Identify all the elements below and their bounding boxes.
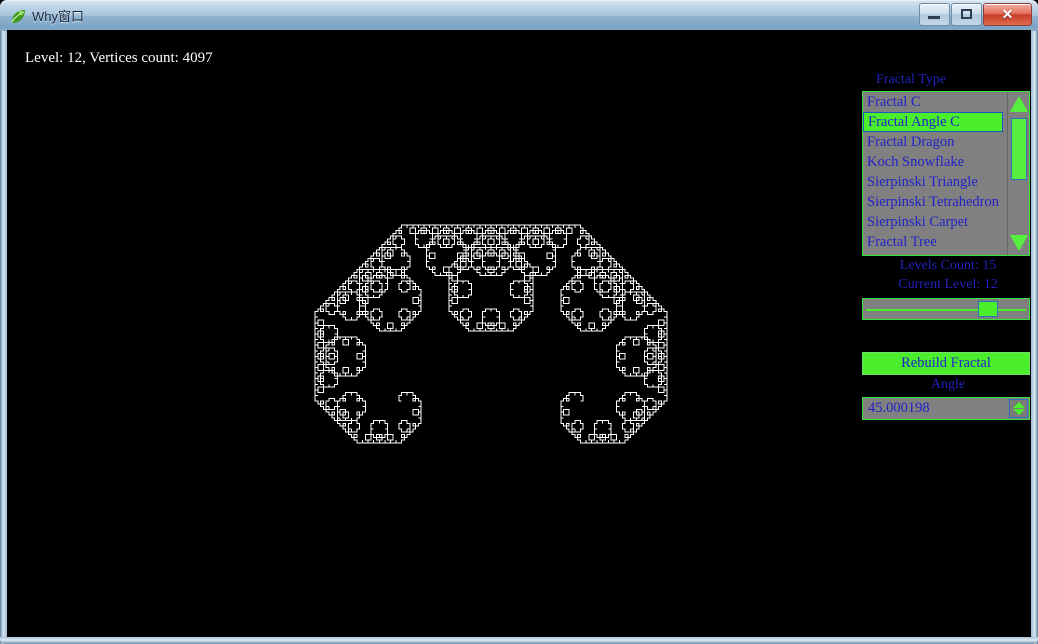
scroll-down-arrow-icon[interactable] xyxy=(1010,235,1028,251)
scroll-up-arrow-icon[interactable] xyxy=(1010,96,1028,112)
application-window: Why窗口 ✕ Level: 12, Vertices count: 4097 … xyxy=(0,0,1038,644)
fractal-type-item[interactable]: Fractal Angle C xyxy=(863,112,1003,132)
spinner-up-icon[interactable] xyxy=(1013,402,1025,408)
fractal-type-item[interactable]: Sierpinski Triangle xyxy=(863,172,1029,192)
fractal-type-item[interactable]: Sierpinski Carpet xyxy=(863,212,1029,232)
level-slider[interactable] xyxy=(862,298,1030,320)
window-controls: ✕ xyxy=(919,3,1032,26)
spinner-down-icon[interactable] xyxy=(1013,409,1025,415)
control-panel: Fractal Type Fractal C Fractal Angle C Fra… xyxy=(862,70,1031,420)
fractal-type-item[interactable]: Fractal C xyxy=(863,92,1029,112)
angle-spinner-buttons[interactable] xyxy=(1009,399,1028,418)
angle-value: 45.000198 xyxy=(868,400,930,416)
close-icon: ✕ xyxy=(1001,6,1014,22)
angle-spinner[interactable]: 45.000198 xyxy=(862,397,1030,420)
fractal-type-label: Fractal Type xyxy=(876,72,946,87)
scroll-thumb[interactable] xyxy=(1011,118,1027,180)
rebuild-fractal-button[interactable]: Rebuild Fractal xyxy=(862,352,1030,375)
window-border-left xyxy=(0,30,7,644)
slider-track xyxy=(866,309,1026,311)
angle-label: Angle xyxy=(930,377,966,392)
slider-thumb[interactable] xyxy=(978,301,998,317)
list-scrollbar[interactable] xyxy=(1007,92,1029,255)
maximize-button[interactable] xyxy=(951,3,982,26)
close-button[interactable]: ✕ xyxy=(983,3,1032,26)
window-border-right xyxy=(1031,30,1038,644)
fractal-type-list-items: Fractal C Fractal Angle C Fractal Dragon Ko… xyxy=(863,92,1029,252)
fractal-type-item[interactable]: Fractal Dragon xyxy=(863,132,1029,152)
fractal-type-listbox[interactable]: Fractal C Fractal Angle C Fractal Dragon Ko… xyxy=(862,91,1030,256)
fractal-type-item[interactable]: Sierpinski Tetrahedron xyxy=(863,192,1029,212)
maximize-icon xyxy=(961,9,972,19)
fractal-type-item[interactable]: Fractal Tree xyxy=(863,232,1029,252)
window-title: Why窗口 xyxy=(32,9,85,24)
client-area: Level: 12, Vertices count: 4097 Fractal … xyxy=(7,30,1031,637)
minimize-icon xyxy=(928,16,940,20)
levels-count-label: Levels Count: 15 xyxy=(899,258,997,273)
title-bar[interactable]: Why窗口 ✕ xyxy=(0,0,1038,31)
app-leaf-icon xyxy=(11,10,25,23)
status-text: Level: 12, Vertices count: 4097 xyxy=(25,50,213,66)
fractal-type-item[interactable]: Koch Snowflake xyxy=(863,152,1029,172)
minimize-button[interactable] xyxy=(919,3,950,26)
current-level-label: Current Level: 12 xyxy=(898,277,998,292)
window-border-bottom xyxy=(0,637,1038,644)
